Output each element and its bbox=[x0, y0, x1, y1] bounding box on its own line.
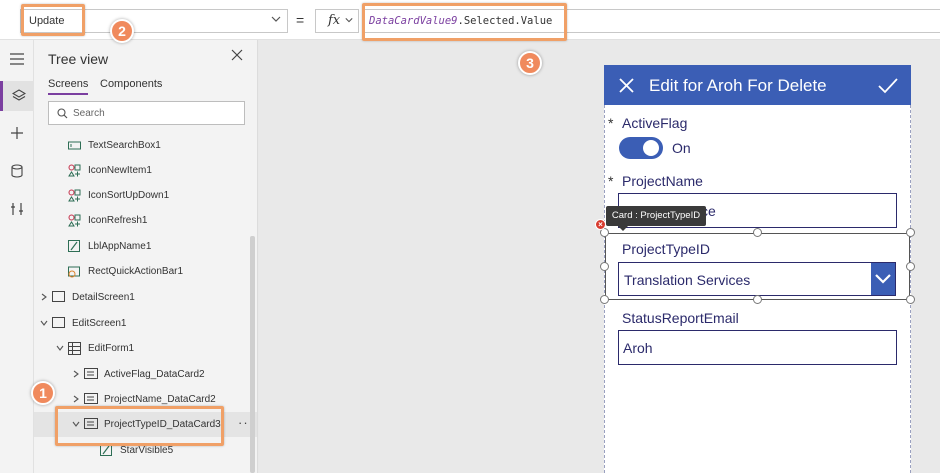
error-icon[interactable]: × bbox=[595, 219, 606, 230]
function-icon: fx bbox=[328, 13, 341, 28]
projecttypeid-label: ProjectTypeID bbox=[622, 241, 710, 257]
label-icon bbox=[68, 240, 81, 253]
chevron-down-icon[interactable] bbox=[56, 344, 64, 352]
chevron-right-icon[interactable] bbox=[40, 293, 48, 301]
checkmark-icon[interactable] bbox=[878, 77, 898, 94]
tree-item-lblappname1[interactable]: LblAppName1 bbox=[34, 234, 257, 259]
card-icon bbox=[84, 368, 98, 381]
tree-item-activeflag-datacard2[interactable]: ActiveFlag_DataCard2 bbox=[34, 362, 257, 387]
callout-badge-3: 3 bbox=[518, 51, 542, 75]
projectname-label: ProjectName bbox=[622, 173, 703, 189]
resize-handle[interactable] bbox=[906, 295, 915, 304]
chevron-right-icon[interactable] bbox=[72, 395, 80, 403]
tree-search-box[interactable] bbox=[48, 101, 245, 125]
tree-item-label: RectQuickActionBar1 bbox=[88, 266, 184, 277]
form-header: Edit for Aroh For Delete bbox=[604, 65, 911, 105]
callout-highlight-property bbox=[21, 4, 85, 36]
chevron-right-icon[interactable] bbox=[72, 370, 80, 378]
tools-icon[interactable] bbox=[0, 194, 34, 224]
callout-highlight-formula bbox=[362, 3, 567, 41]
tree-item-label: TextSearchBox1 bbox=[88, 140, 161, 151]
resize-handle[interactable] bbox=[753, 228, 762, 237]
icon-control-icon bbox=[68, 189, 81, 202]
projecttypeid-value: Translation Services bbox=[624, 272, 751, 288]
screen-icon bbox=[52, 317, 65, 330]
layers-icon[interactable] bbox=[0, 81, 34, 111]
tree-item-label: IconRefresh1 bbox=[88, 215, 148, 226]
icon-control-icon bbox=[68, 214, 81, 227]
chevron-down-icon bbox=[345, 16, 353, 26]
tree-item-label: ActiveFlag_DataCard2 bbox=[104, 369, 205, 380]
tab-components[interactable]: Components bbox=[100, 78, 162, 90]
rectangle-icon bbox=[68, 265, 81, 278]
chevron-down-icon[interactable] bbox=[40, 319, 48, 327]
fx-button[interactable]: fx bbox=[315, 9, 359, 33]
plus-icon[interactable] bbox=[0, 118, 34, 148]
card-icon bbox=[84, 393, 98, 406]
callout-highlight-tree-item bbox=[55, 406, 224, 446]
activeflag-label: ActiveFlag bbox=[622, 115, 688, 131]
tree-item-label: StarVisible5 bbox=[120, 445, 174, 456]
search-input[interactable] bbox=[73, 106, 238, 121]
resize-handle[interactable] bbox=[906, 262, 915, 271]
projecttypeid-dropdown[interactable]: Translation Services bbox=[618, 262, 896, 296]
dropdown-button[interactable] bbox=[871, 263, 895, 295]
tab-screens[interactable]: Screens bbox=[48, 78, 89, 95]
chevron-down-icon bbox=[271, 14, 281, 27]
activeflag-toggle-text: On bbox=[672, 140, 691, 156]
screen-icon bbox=[52, 291, 65, 304]
hamburger-menu-icon[interactable] bbox=[0, 44, 34, 74]
form-icon bbox=[68, 342, 81, 355]
icon-control-icon bbox=[68, 164, 81, 177]
toggle-knob bbox=[643, 140, 659, 156]
tree-item-label: IconSortUpDown1 bbox=[88, 190, 170, 201]
tree-item-label: EditScreen1 bbox=[72, 318, 127, 329]
tree-item-iconrefresh1[interactable]: IconRefresh1 bbox=[34, 208, 257, 233]
tree-item-label: EditForm1 bbox=[88, 343, 135, 354]
tooltip-arrow bbox=[618, 226, 628, 231]
tree-item-label: ProjectName_DataCard2 bbox=[104, 394, 216, 405]
tree-item-rectquickactionbar1[interactable]: RectQuickActionBar1 bbox=[34, 259, 257, 284]
close-icon[interactable] bbox=[230, 48, 246, 64]
form-title: Edit for Aroh For Delete bbox=[649, 76, 827, 95]
tree-item-textsearchbox1[interactable]: TextSearchBox1 bbox=[34, 133, 257, 158]
tree-item-editscreen1[interactable]: EditScreen1 bbox=[34, 311, 257, 336]
required-asterisk: * bbox=[608, 173, 614, 189]
activeflag-toggle[interactable] bbox=[619, 137, 663, 159]
tree-view-title: Tree view bbox=[48, 51, 109, 67]
resize-handle[interactable] bbox=[753, 295, 762, 304]
tree-item-label: LblAppName1 bbox=[88, 241, 152, 252]
statusreportemail-value: Aroh bbox=[623, 340, 653, 356]
tree-item-iconnewitem1[interactable]: IconNewItem1 bbox=[34, 158, 257, 183]
resize-handle[interactable] bbox=[600, 295, 609, 304]
left-rail bbox=[0, 40, 34, 473]
database-icon[interactable] bbox=[0, 156, 34, 186]
card-tooltip: Card : ProjectTypeID bbox=[606, 206, 706, 226]
equals-sign: = bbox=[296, 12, 305, 28]
required-asterisk: * bbox=[608, 115, 614, 131]
chevron-down-icon bbox=[875, 274, 891, 284]
statusreportemail-input[interactable]: Aroh bbox=[618, 330, 897, 365]
callout-badge-1: 1 bbox=[31, 381, 55, 405]
tree-item-label: IconNewItem1 bbox=[88, 165, 152, 176]
tree-item-detailscreen1[interactable]: DetailScreen1 bbox=[34, 285, 257, 310]
tree-item-iconsortupdown1[interactable]: IconSortUpDown1 bbox=[34, 183, 257, 208]
resize-handle[interactable] bbox=[600, 262, 609, 271]
close-icon[interactable] bbox=[618, 77, 635, 94]
search-icon bbox=[57, 108, 68, 119]
callout-badge-2: 2 bbox=[110, 19, 134, 43]
statusreportemail-label: StatusReportEmail bbox=[622, 310, 739, 326]
tree-item-label: DetailScreen1 bbox=[72, 292, 135, 303]
text-input-icon bbox=[68, 139, 81, 152]
tree-item-editform1[interactable]: EditForm1 bbox=[34, 336, 257, 361]
resize-handle[interactable] bbox=[906, 228, 915, 237]
tree-scrollbar[interactable] bbox=[250, 236, 255, 473]
